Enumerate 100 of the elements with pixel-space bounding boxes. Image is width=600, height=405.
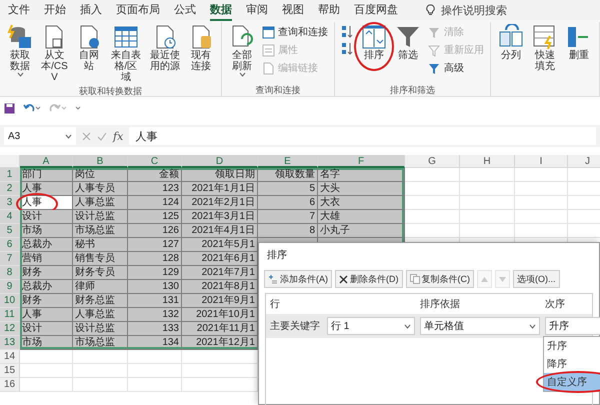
table-cell: 2021年4月1日 [182, 224, 258, 238]
table-cell: 2021年1月1日 [182, 182, 258, 196]
check-icon[interactable] [97, 132, 107, 140]
dropdown-option[interactable]: 升序 [544, 337, 600, 355]
column-header[interactable]: H [460, 155, 515, 168]
ribbon-button[interactable]: 来自表格/区域 [106, 22, 145, 85]
ribbon-button[interactable]: 分列 [495, 22, 527, 63]
row-header[interactable]: 8 [0, 266, 20, 280]
column-heading: 排序依据 [420, 298, 461, 311]
sortasc-icon [341, 25, 354, 38]
menu-tab[interactable]: 插入 [80, 0, 102, 20]
ribbon-button[interactable]: 全部刷新 [226, 22, 258, 79]
column-header[interactable]: J [568, 155, 600, 168]
ribbon-button[interactable]: 从文本/CSV [38, 22, 71, 85]
ribbon-button[interactable]: 删重 [563, 22, 595, 63]
column-header[interactable]: B [73, 155, 128, 168]
table-cell [460, 196, 515, 210]
menu-tab[interactable]: 文件 [8, 0, 30, 20]
highlight-ellipse [354, 22, 394, 71]
ribbon-button[interactable]: 最近使用的源 [146, 22, 183, 74]
sort-on-dropdown[interactable]: 单元格值 [420, 317, 540, 335]
menu-tab[interactable]: 帮助 [318, 0, 340, 20]
row-header[interactable]: 1 [0, 168, 20, 182]
table-cell: 总裁办 [20, 280, 73, 294]
ribbon-button[interactable]: 快速填充 [529, 22, 561, 74]
ribbon-button[interactable]: 查询和连接 [260, 24, 330, 40]
row-header[interactable]: 7 [0, 252, 20, 266]
column-header[interactable]: A [20, 155, 73, 168]
column-header[interactable]: I [515, 155, 568, 168]
row-header[interactable]: 16 [0, 378, 20, 392]
toolbar-button[interactable]: 复制条件(C) [406, 270, 474, 288]
table-cell: 5 [258, 182, 318, 196]
menu-tab[interactable]: 页面布局 [116, 0, 160, 20]
menu-tab[interactable]: 开始 [44, 0, 66, 20]
column-header[interactable]: D [182, 155, 258, 168]
row-header[interactable]: 4 [0, 210, 20, 224]
row-header[interactable]: 11 [0, 308, 20, 322]
table-cell: 设计 [20, 210, 73, 224]
menu-tab[interactable]: 视图 [282, 0, 304, 20]
formula-input[interactable]: 人事 [129, 127, 596, 145]
column-dropdown[interactable]: 行 1 [327, 317, 415, 335]
clear-icon [428, 26, 441, 38]
ribbon-button[interactable]: 高级 [426, 60, 486, 76]
table-cell [128, 378, 182, 392]
table-cell [515, 210, 568, 224]
toolbar-button[interactable]: 删除条件(D) [335, 270, 402, 288]
save-icon[interactable] [4, 102, 15, 114]
search-link[interactable]: 操作说明搜索 [441, 2, 507, 18]
insert-function-button[interactable]: fx [113, 130, 124, 142]
select-all-corner[interactable] [0, 155, 20, 168]
undo-icon[interactable] [23, 103, 41, 113]
toolbar-button[interactable]: 选项(O)... [513, 270, 560, 288]
row-header[interactable]: 3 [0, 196, 20, 210]
table-cell [460, 224, 515, 238]
toolbar-button[interactable]: 添加条件(A) [264, 270, 332, 288]
table-cell: 人事专员 [73, 182, 128, 196]
row-header[interactable]: 14 [0, 350, 20, 364]
column-header[interactable]: E [258, 155, 318, 168]
cancel-icon[interactable] [82, 132, 91, 140]
column-header[interactable]: G [405, 155, 460, 168]
ribbon-button[interactable]: 现有连接 [184, 22, 217, 74]
row-header[interactable]: 10 [0, 294, 20, 308]
menu-tab[interactable]: 审阅 [246, 0, 268, 20]
row-header[interactable]: 5 [0, 224, 20, 238]
table-cell: 6 [258, 196, 318, 210]
up-arrow-icon [481, 276, 488, 282]
table-cell: 财务 [20, 266, 73, 280]
table-cell: 大头 [318, 182, 405, 196]
dropdown-option[interactable]: 自定义序 [544, 373, 600, 391]
row-header[interactable]: 6 [0, 238, 20, 252]
row-header[interactable]: 2 [0, 182, 20, 196]
table-cell: 市场 [20, 336, 73, 350]
menu-tab[interactable]: 百度网盘 [354, 0, 398, 20]
row-header[interactable]: 9 [0, 280, 20, 294]
row-header[interactable]: 15 [0, 364, 20, 378]
column-header[interactable]: F [318, 155, 405, 168]
ribbon-button[interactable]: 自网站 [72, 22, 105, 74]
table-cell: 人事 [20, 182, 73, 196]
table-cell: 岗位 [73, 168, 128, 182]
table-cell: 大衣 [318, 196, 405, 210]
caret-icon [404, 324, 411, 328]
customize-icon[interactable] [75, 105, 81, 111]
sortdesc-icon [341, 42, 354, 55]
redo-icon[interactable] [49, 103, 67, 113]
table-cell: 名字 [318, 168, 405, 182]
order-dropdown[interactable]: 升序 [545, 317, 600, 335]
ribbon-button[interactable]: 排序 [358, 22, 390, 63]
ribbon-button[interactable]: 筛选 [392, 22, 424, 63]
row-header[interactable]: 12 [0, 322, 20, 336]
name-box[interactable]: A3 [4, 127, 76, 145]
column-header[interactable]: C [128, 155, 182, 168]
dropdown-option[interactable]: 降序 [544, 355, 600, 373]
table-cell: 财务总监 [73, 294, 128, 308]
table-cell [405, 168, 460, 182]
ribbon-button[interactable]: 获取数据 [4, 22, 36, 79]
table-cell: 小丸子 [318, 224, 405, 238]
menu-tab[interactable]: 公式 [174, 0, 196, 20]
table-cell: 总裁办 [20, 238, 73, 252]
table-cell: 2021年11月1 [182, 322, 258, 336]
row-header[interactable]: 13 [0, 336, 20, 350]
